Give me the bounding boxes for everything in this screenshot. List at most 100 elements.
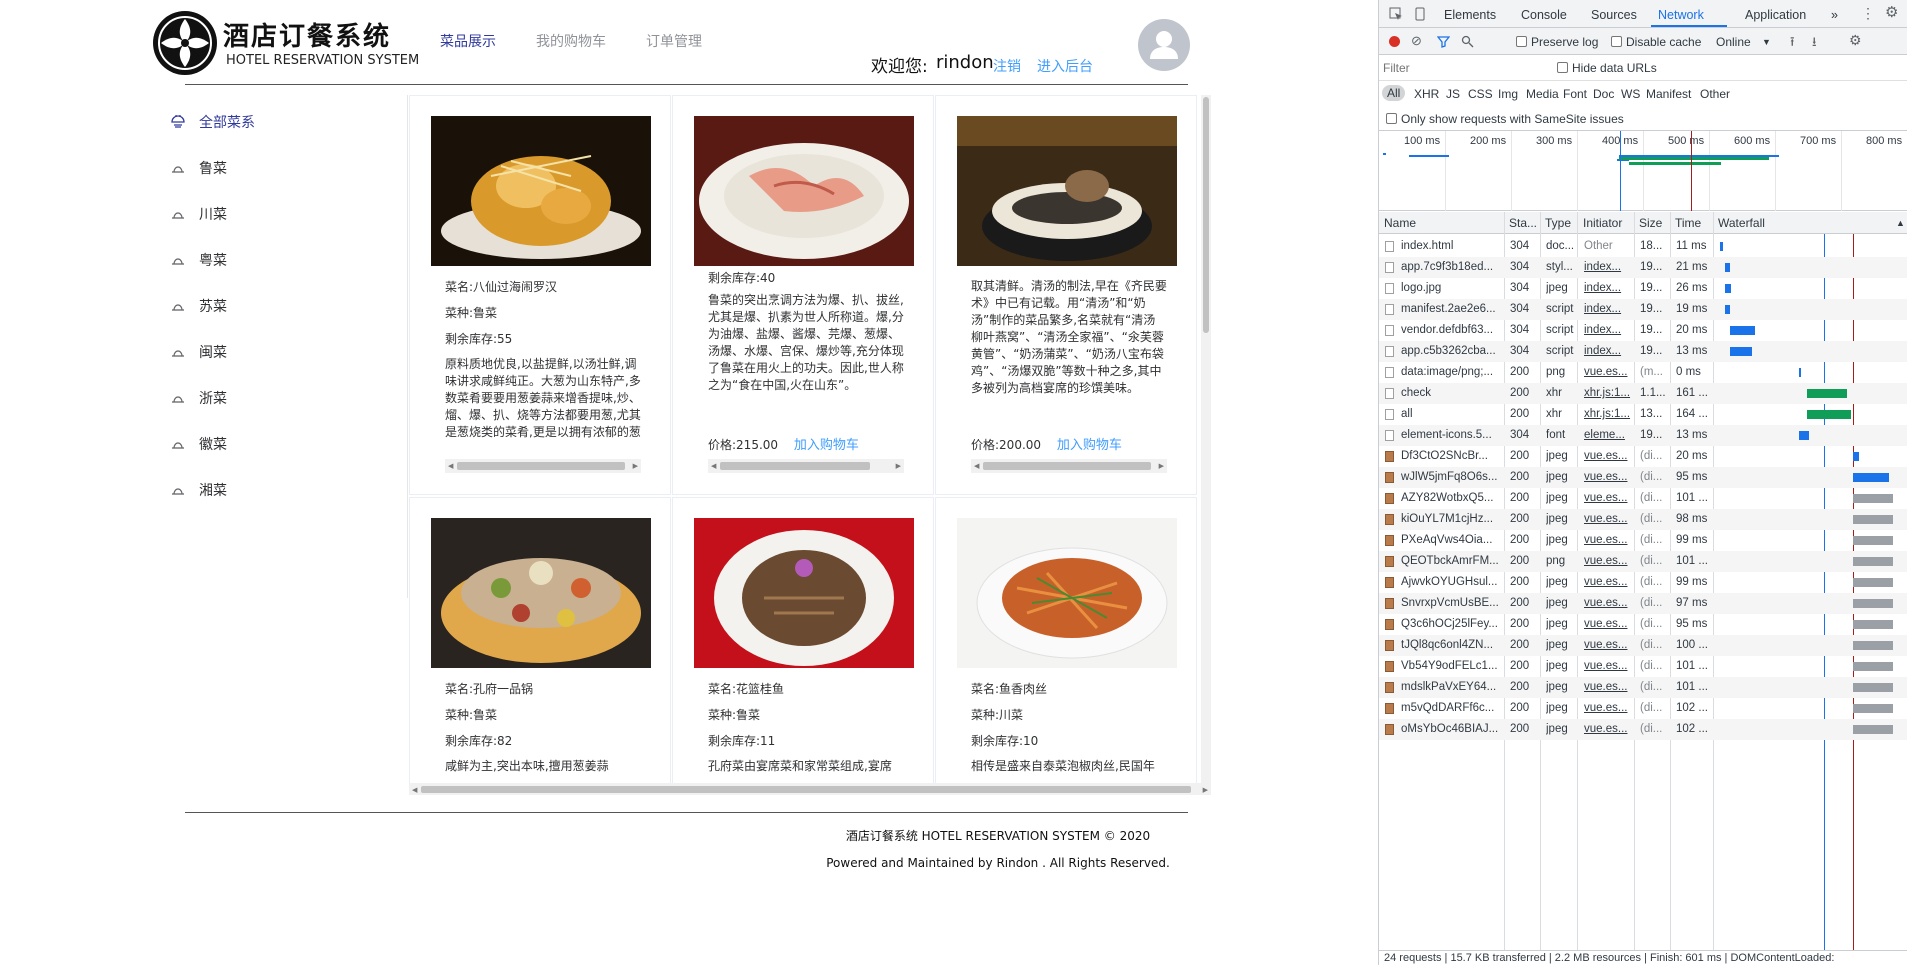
nav-dishes[interactable]: 菜品展示 bbox=[440, 31, 496, 51]
request-initiator[interactable]: vue.es... bbox=[1584, 723, 1632, 735]
import-har-icon[interactable]: ⭱ bbox=[1790, 33, 1795, 55]
request-row[interactable]: tJQl8qc6onl4ZN... 200 jpeg vue.es... (di... 1… bbox=[1379, 635, 1907, 656]
request-row[interactable]: vendor.defdbf63... 304 script index... 19...… bbox=[1379, 320, 1907, 341]
request-initiator[interactable]: index... bbox=[1584, 282, 1632, 294]
tab-more[interactable]: » bbox=[1831, 8, 1838, 22]
samesite-checkbox[interactable] bbox=[1386, 113, 1397, 124]
col-initiator[interactable]: Initiator bbox=[1583, 216, 1622, 230]
col-time[interactable]: Time bbox=[1675, 216, 1701, 230]
clear-icon[interactable]: ⊘ bbox=[1411, 33, 1422, 49]
col-type[interactable]: Type bbox=[1545, 216, 1571, 230]
type-other[interactable]: Other bbox=[1700, 87, 1730, 101]
settings-gear-icon[interactable]: ⚙ bbox=[1885, 3, 1898, 21]
col-name[interactable]: Name bbox=[1384, 216, 1416, 230]
request-row[interactable]: all 200 xhr xhr.js:1... 13... 164 ... bbox=[1379, 404, 1907, 425]
col-waterfall[interactable]: Waterfall bbox=[1718, 216, 1765, 230]
request-initiator[interactable]: vue.es... bbox=[1584, 471, 1632, 483]
sidebar-item-hui[interactable]: 徽菜 bbox=[169, 429, 227, 459]
type-manifest[interactable]: Manifest bbox=[1646, 87, 1691, 101]
request-row[interactable]: logo.jpg 304 jpeg index... 19... 26 ms bbox=[1379, 278, 1907, 299]
request-row[interactable]: Df3CtO2SNcBr... 200 jpeg vue.es... (di... 20 … bbox=[1379, 446, 1907, 467]
sidebar-item-lu[interactable]: 鲁菜 bbox=[169, 153, 227, 183]
throttling-select[interactable]: Online bbox=[1716, 35, 1751, 49]
request-row[interactable]: check 200 xhr xhr.js:1... 1.1... 161 ... bbox=[1379, 383, 1907, 404]
type-ws[interactable]: WS bbox=[1621, 87, 1640, 101]
request-initiator[interactable]: eleme... bbox=[1584, 429, 1632, 441]
request-row[interactable]: mdslkPaVxEY64... 200 jpeg vue.es... (di... 10… bbox=[1379, 677, 1907, 698]
request-initiator[interactable]: index... bbox=[1584, 345, 1632, 357]
tab-console[interactable]: Console bbox=[1521, 8, 1567, 22]
grid-vertical-scrollbar[interactable] bbox=[1201, 95, 1211, 785]
type-all[interactable]: All bbox=[1382, 85, 1406, 101]
hide-data-urls-checkbox[interactable] bbox=[1557, 62, 1568, 73]
type-css[interactable]: CSS bbox=[1468, 87, 1493, 101]
sidebar-item-chuan[interactable]: 川菜 bbox=[169, 199, 227, 229]
tab-elements[interactable]: Elements bbox=[1444, 8, 1496, 22]
logout-link[interactable]: 注销 bbox=[993, 56, 1021, 76]
add-to-cart-button[interactable]: 加入购物车 bbox=[794, 438, 859, 453]
sidebar-item-yue[interactable]: 粤菜 bbox=[169, 245, 227, 275]
device-toggle-icon[interactable] bbox=[1413, 7, 1427, 21]
request-row[interactable]: data:image/png;... 200 png vue.es... (m... 0 … bbox=[1379, 362, 1907, 383]
request-initiator[interactable]: vue.es... bbox=[1584, 366, 1632, 378]
network-settings-icon[interactable]: ⚙ bbox=[1849, 32, 1862, 49]
card-scrollbar[interactable]: ◀ ▶ bbox=[445, 459, 641, 473]
request-initiator[interactable]: index... bbox=[1584, 261, 1632, 273]
inspect-icon[interactable] bbox=[1389, 7, 1403, 21]
request-initiator[interactable]: xhr.js:1... bbox=[1584, 408, 1632, 420]
type-js[interactable]: JS bbox=[1446, 87, 1460, 101]
request-initiator[interactable]: vue.es... bbox=[1584, 660, 1632, 672]
sidebar-item-zhe[interactable]: 浙菜 bbox=[169, 383, 227, 413]
request-initiator[interactable]: index... bbox=[1584, 324, 1632, 336]
request-initiator[interactable]: vue.es... bbox=[1584, 702, 1632, 714]
request-initiator[interactable]: vue.es... bbox=[1584, 681, 1632, 693]
sidebar-item-xiang[interactable]: 湘菜 bbox=[169, 475, 227, 505]
network-overview-timeline[interactable]: 100 ms 200 ms 300 ms 400 ms 500 ms 600 m… bbox=[1379, 131, 1907, 211]
avatar[interactable] bbox=[1138, 19, 1190, 71]
request-initiator[interactable]: vue.es... bbox=[1584, 555, 1632, 567]
request-initiator[interactable]: vue.es... bbox=[1584, 618, 1632, 630]
search-icon[interactable] bbox=[1461, 35, 1474, 48]
add-to-cart-button[interactable]: 加入购物车 bbox=[1057, 438, 1122, 453]
tab-application[interactable]: Application bbox=[1745, 8, 1806, 22]
type-doc[interactable]: Doc bbox=[1593, 87, 1614, 101]
card-scrollbar[interactable]: ◀ ▶ bbox=[708, 459, 904, 473]
export-har-icon[interactable]: ⭳ bbox=[1812, 33, 1817, 55]
filter-input[interactable] bbox=[1383, 59, 1543, 77]
request-row[interactable]: manifest.2ae2e6... 304 script index... 19...… bbox=[1379, 299, 1907, 320]
request-row[interactable]: AjwvkOYUGHsul... 200 jpeg vue.es... (di... 99… bbox=[1379, 572, 1907, 593]
col-status[interactable]: Sta... bbox=[1509, 216, 1537, 230]
request-initiator[interactable]: vue.es... bbox=[1584, 513, 1632, 525]
request-row[interactable]: index.html 304 doc... Other 18... 11 ms bbox=[1379, 236, 1907, 257]
request-initiator[interactable]: Other bbox=[1584, 240, 1632, 252]
request-row[interactable]: oMsYbOc46BIAJ... 200 jpeg vue.es... (di... 10… bbox=[1379, 719, 1907, 740]
request-row[interactable]: Vb54Y9odFELc1... 200 jpeg vue.es... (di... 10… bbox=[1379, 656, 1907, 677]
request-initiator[interactable]: xhr.js:1... bbox=[1584, 387, 1632, 399]
nav-cart[interactable]: 我的购物车 bbox=[536, 31, 606, 51]
request-row[interactable]: app.7c9f3b18ed... 304 styl... index... 19...… bbox=[1379, 257, 1907, 278]
kebab-menu-icon[interactable]: ⋮ bbox=[1861, 5, 1875, 22]
request-row[interactable]: element-icons.5... 304 font eleme... 19... 13… bbox=[1379, 425, 1907, 446]
type-font[interactable]: Font bbox=[1563, 87, 1587, 101]
request-row[interactable]: SnvrxpVcmUsBE... 200 jpeg vue.es... (di... 97… bbox=[1379, 593, 1907, 614]
request-initiator[interactable]: vue.es... bbox=[1584, 534, 1632, 546]
card-scrollbar[interactable]: ◀ ▶ bbox=[971, 459, 1167, 473]
sidebar-item-min[interactable]: 闽菜 bbox=[169, 337, 227, 367]
grid-horizontal-scrollbar[interactable]: ◀ ▶ bbox=[409, 783, 1211, 795]
admin-link[interactable]: 进入后台 bbox=[1037, 56, 1093, 76]
nav-orders[interactable]: 订单管理 bbox=[646, 31, 702, 51]
request-row[interactable]: app.c5b3262cba... 304 script index... 19... 1… bbox=[1379, 341, 1907, 362]
type-xhr[interactable]: XHR bbox=[1414, 87, 1439, 101]
request-row[interactable]: wJlW5jmFq8O6s... 200 jpeg vue.es... (di... 95… bbox=[1379, 467, 1907, 488]
type-media[interactable]: Media bbox=[1526, 87, 1559, 101]
preserve-log-checkbox[interactable] bbox=[1516, 36, 1527, 47]
disable-cache-checkbox[interactable] bbox=[1611, 36, 1622, 47]
request-initiator[interactable]: vue.es... bbox=[1584, 450, 1632, 462]
request-row[interactable]: AZY82WotbxQ5... 200 jpeg vue.es... (di... 101… bbox=[1379, 488, 1907, 509]
sidebar-item-su[interactable]: 苏菜 bbox=[169, 291, 227, 321]
request-initiator[interactable]: vue.es... bbox=[1584, 576, 1632, 588]
request-initiator[interactable]: vue.es... bbox=[1584, 492, 1632, 504]
tab-network[interactable]: Network bbox=[1658, 8, 1704, 22]
type-img[interactable]: Img bbox=[1498, 87, 1518, 101]
request-row[interactable]: Q3c6hOCj25lFey... 200 jpeg vue.es... (di... 9… bbox=[1379, 614, 1907, 635]
